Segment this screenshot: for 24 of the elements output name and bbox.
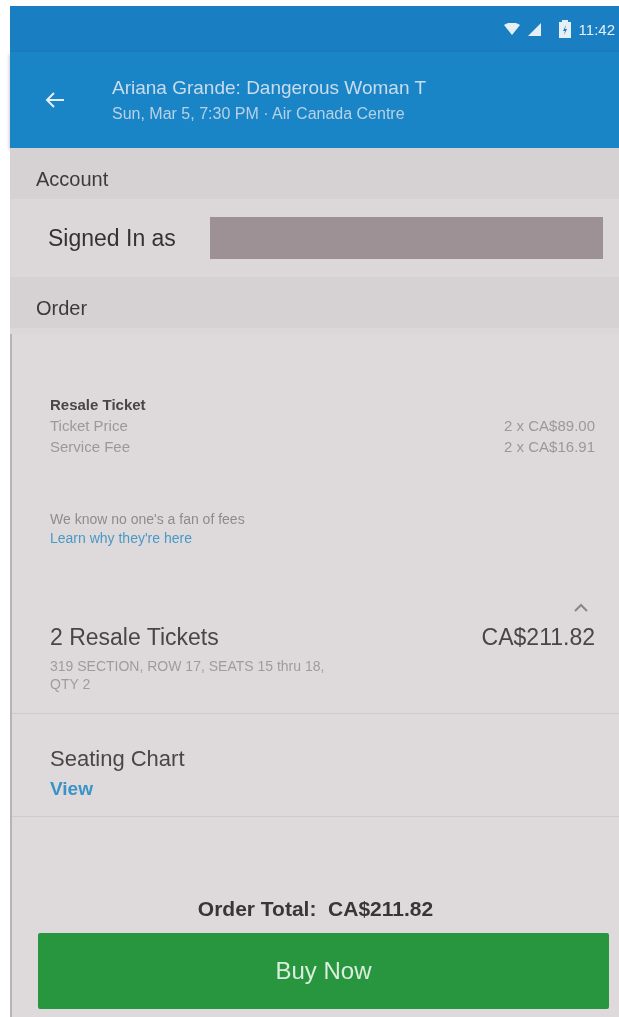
order-total: Order Total: CA$211.82 <box>196 896 435 922</box>
chevron-up-icon[interactable] <box>573 602 589 612</box>
event-subtitle: Sun, Mar 5, 7:30 PM · Air Canada Centre <box>112 105 406 123</box>
signed-in-label: Signed In as <box>48 224 176 252</box>
section-header: Order <box>10 277 619 328</box>
seat-details: 319 SECTION, ROW 17, SEATS 15 thru 18, QTY 2 <box>50 657 326 694</box>
learn-more-link[interactable]: Learn why they're here <box>50 530 192 546</box>
line-value: 2 x CA$16.91 <box>504 438 595 455</box>
wifi-icon <box>503 23 520 35</box>
status-time: 11:42 <box>578 20 615 38</box>
event-title: Ariana Grande: Dangerous Woman T <box>112 77 427 99</box>
line-value: 2 x CA$89.00 <box>504 417 595 434</box>
seating-chart-label: Seating Chart <box>50 746 186 773</box>
battery-icon <box>558 20 571 38</box>
signal-icon <box>527 22 541 36</box>
section-header: Account <box>10 148 619 199</box>
view-link[interactable]: View <box>50 778 93 801</box>
ticket-type-title: Resale Ticket <box>50 396 147 413</box>
buy-now-button[interactable]: Buy Now <box>38 933 609 1009</box>
fee-note: We know no one's a fan of fees <box>50 511 246 527</box>
line-label: Service Fee <box>50 438 131 455</box>
line-label: Ticket Price <box>50 417 128 434</box>
summary-title: 2 Resale Tickets <box>50 624 219 651</box>
summary-price: CA$211.82 <box>481 624 595 651</box>
